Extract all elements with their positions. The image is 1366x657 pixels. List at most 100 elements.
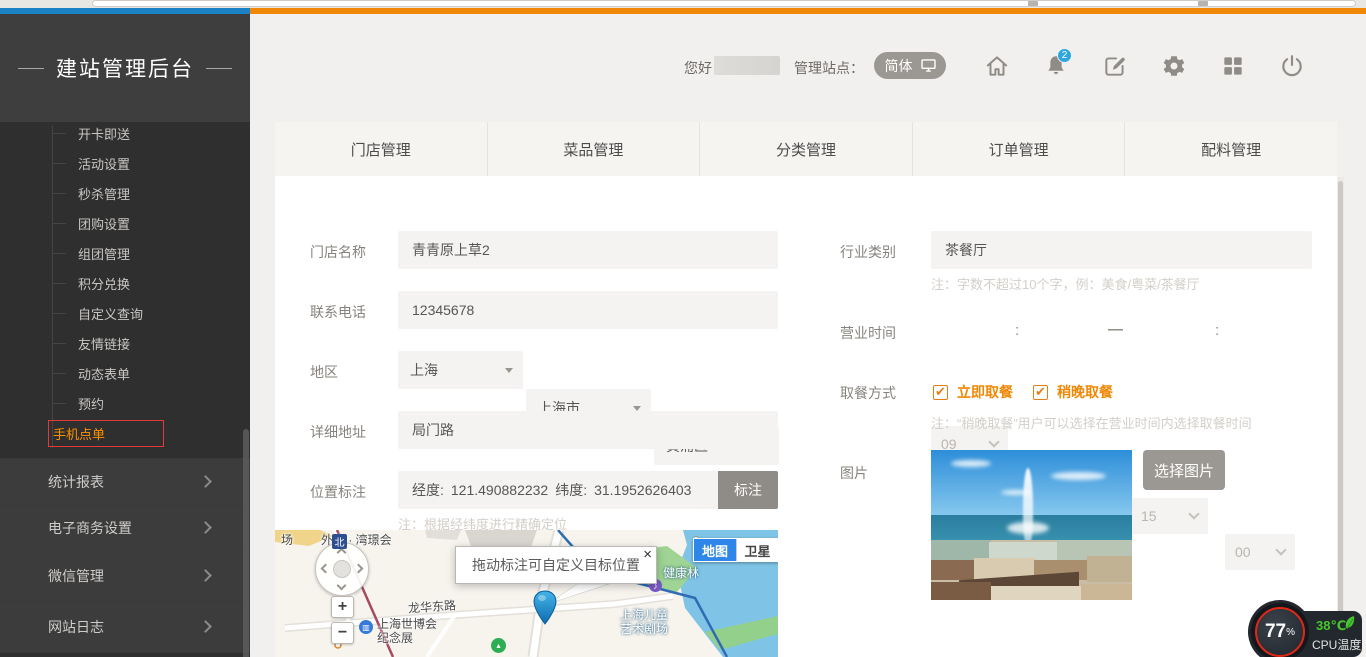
tab-ingredient-management[interactable]: 配料管理 bbox=[1124, 122, 1337, 176]
sidebar-item-dynamic-form[interactable]: 动态表单 bbox=[52, 358, 222, 388]
chevron-right-icon bbox=[199, 620, 212, 633]
coordinates-field[interactable]: 经度:121.490882232 纬度:31.1952626403 bbox=[398, 471, 718, 509]
browser-url-bar[interactable] bbox=[92, 0, 1356, 7]
sidebar-section-wechat[interactable]: 微信管理 bbox=[0, 550, 250, 600]
time-colon: : bbox=[1015, 322, 1019, 339]
home-icon[interactable] bbox=[984, 53, 1010, 79]
phone-input[interactable]: 12345678 bbox=[398, 291, 778, 329]
store-form: 门店名称 青青原上草2 联系电话 12345678 地区 上海 上海市 黄浦区 … bbox=[275, 176, 1337, 657]
zoom-out-button[interactable]: − bbox=[331, 622, 354, 644]
notification-badge: 2 bbox=[1057, 48, 1072, 63]
phone-label: 联系电话 bbox=[310, 302, 366, 322]
compose-edit-icon[interactable] bbox=[1102, 53, 1128, 79]
tab-dish-management[interactable]: 菜品管理 bbox=[487, 122, 700, 176]
sidebar: 建站管理后台 开卡即送 活动设置 秒杀管理 团购设置 组团管理 积分兑换 自定义… bbox=[0, 14, 250, 657]
monitor-icon bbox=[921, 59, 936, 72]
sidebar-section-site-log[interactable]: 网站日志 bbox=[0, 600, 250, 652]
cpu-temperature-label: CPU温度 bbox=[1312, 636, 1361, 653]
chevron-down-icon bbox=[988, 436, 999, 447]
industry-label: 行业类别 bbox=[840, 242, 896, 262]
sidebar-section-statistics[interactable]: 统计报表 bbox=[0, 458, 250, 504]
content-scrollbar-thumb[interactable] bbox=[1338, 181, 1343, 633]
pan-down-icon[interactable] bbox=[337, 581, 347, 591]
pickup-label: 取餐方式 bbox=[840, 383, 896, 403]
tab-bar: 门店管理 菜品管理 分类管理 订单管理 配料管理 bbox=[275, 122, 1337, 176]
latitude-value: 31.1952626403 bbox=[594, 482, 691, 498]
choose-image-button[interactable]: 选择图片 bbox=[1143, 450, 1225, 490]
sidebar-item-points-exchange[interactable]: 积分兑换 bbox=[52, 268, 222, 298]
sidebar-item-friend-links[interactable]: 友情链接 bbox=[52, 328, 222, 358]
sidebar-item-team-manage[interactable]: 组团管理 bbox=[52, 238, 222, 268]
tab-category-management[interactable]: 分类管理 bbox=[699, 122, 912, 176]
pan-left-icon[interactable] bbox=[321, 564, 331, 574]
map-type-toggle: 地图 卫星 bbox=[693, 538, 778, 562]
app-title-text: 建站管理后台 bbox=[56, 53, 194, 83]
sidebar-item-card-gift[interactable]: 开卡即送 bbox=[52, 118, 222, 148]
close-minute-select[interactable]: 00 bbox=[1225, 534, 1295, 570]
browser-extension-icon[interactable] bbox=[1198, 1, 1208, 6]
close-hour-select[interactable]: 15 bbox=[1131, 498, 1208, 534]
tooltip-close-icon[interactable]: × bbox=[643, 547, 652, 562]
chevron-right-icon bbox=[199, 475, 212, 488]
time-range-dash: — bbox=[1108, 321, 1123, 338]
pan-up-icon[interactable] bbox=[337, 548, 347, 558]
map-pan-control[interactable] bbox=[315, 542, 369, 596]
manage-site-label: 管理站点： bbox=[794, 58, 864, 78]
region-label: 地区 bbox=[310, 362, 338, 382]
mark-location-button[interactable]: 标注 bbox=[718, 471, 778, 509]
map-drag-tooltip: 拖动标注可自定义目标位置 × bbox=[455, 546, 657, 584]
map-type-satellite-button[interactable]: 卫星 bbox=[736, 539, 778, 561]
settings-gear-icon[interactable] bbox=[1161, 53, 1187, 79]
power-logout-icon[interactable] bbox=[1279, 53, 1305, 79]
sidebar-section-ecommerce[interactable]: 电子商务设置 bbox=[0, 504, 250, 550]
chevron-down-icon bbox=[1188, 508, 1199, 519]
language-preview-button[interactable]: 简体 bbox=[874, 52, 946, 79]
hours-label: 营业时间 bbox=[840, 323, 896, 343]
title-dash-left bbox=[18, 68, 44, 69]
page: 建站管理后台 开卡即送 活动设置 秒杀管理 团购设置 组团管理 积分兑换 自定义… bbox=[0, 0, 1366, 657]
map-type-map-button[interactable]: 地图 bbox=[694, 539, 736, 561]
location-map[interactable]: 场 外滩 · 湾璟会 龙华东路 ▥ 上海世博会 纪念展 ▴ 健康林 ♪ 上海儿童… bbox=[275, 530, 778, 657]
tab-store-management[interactable]: 门店管理 bbox=[275, 122, 487, 176]
zoom-in-button[interactable]: + bbox=[331, 596, 354, 618]
checkbox-checked-icon[interactable] bbox=[933, 385, 948, 400]
map-label-forest: 健康林 bbox=[663, 564, 699, 581]
map-pin-icon[interactable] bbox=[533, 590, 557, 626]
sidebar-item-custom-query[interactable]: 自定义查询 bbox=[52, 298, 222, 328]
sidebar-item-flash-sale[interactable]: 秒杀管理 bbox=[52, 178, 222, 208]
tab-order-management[interactable]: 订单管理 bbox=[912, 122, 1125, 176]
apps-grid-icon[interactable] bbox=[1220, 53, 1246, 79]
browser-chrome-strip bbox=[0, 0, 1366, 8]
pan-right-icon[interactable] bbox=[354, 564, 364, 574]
address-input[interactable]: 局门路 bbox=[398, 411, 778, 449]
pickup-option-immediate[interactable]: 立即取餐 bbox=[933, 382, 1013, 402]
industry-input[interactable]: 茶餐厅 bbox=[931, 231, 1312, 269]
industry-note: 注：字数不超过10个字，例：美食/粤菜/茶餐厅 bbox=[931, 274, 1200, 293]
sidebar-item-reservation[interactable]: 预约 bbox=[52, 388, 222, 418]
pickup-option-later[interactable]: 稍晚取餐 bbox=[1033, 382, 1113, 402]
pan-center-knob[interactable] bbox=[333, 560, 351, 578]
museum-poi-icon: ▥ bbox=[359, 620, 373, 634]
chevron-right-icon bbox=[199, 569, 212, 582]
content-accent-bar bbox=[250, 8, 1366, 14]
notifications-bell-icon[interactable]: 2 bbox=[1043, 53, 1069, 79]
store-name-input[interactable]: 青青原上草2 bbox=[398, 231, 778, 269]
sidebar-item-group-buy[interactable]: 团购设置 bbox=[52, 208, 222, 238]
time-colon: : bbox=[1215, 322, 1219, 339]
checkbox-checked-icon[interactable] bbox=[1033, 385, 1048, 400]
park-poi-icon: ▴ bbox=[491, 638, 506, 653]
browser-extension-icon[interactable] bbox=[1028, 1, 1038, 6]
location-label: 位置标注 bbox=[310, 482, 366, 502]
store-photo bbox=[931, 450, 1132, 600]
map-label-theater-2: 艺术剧场 bbox=[620, 620, 668, 637]
pickup-note: 注：“稍晚取餐”用户可以选择在营业时间内选择取餐时间 bbox=[931, 413, 1252, 432]
sidebar-scrollbar[interactable] bbox=[243, 429, 249, 657]
map-zoom-control: + − bbox=[331, 596, 354, 648]
province-select[interactable]: 上海 bbox=[398, 351, 523, 389]
cpu-temperature-value: 38℃ bbox=[1316, 618, 1346, 634]
image-label: 图片 bbox=[840, 463, 868, 483]
sidebar-item-activity-settings[interactable]: 活动设置 bbox=[52, 148, 222, 178]
address-label: 详细地址 bbox=[310, 422, 366, 442]
sidebar-item-mobile-ordering-active[interactable]: 手机点单 bbox=[48, 420, 164, 447]
username-redacted bbox=[714, 56, 780, 75]
